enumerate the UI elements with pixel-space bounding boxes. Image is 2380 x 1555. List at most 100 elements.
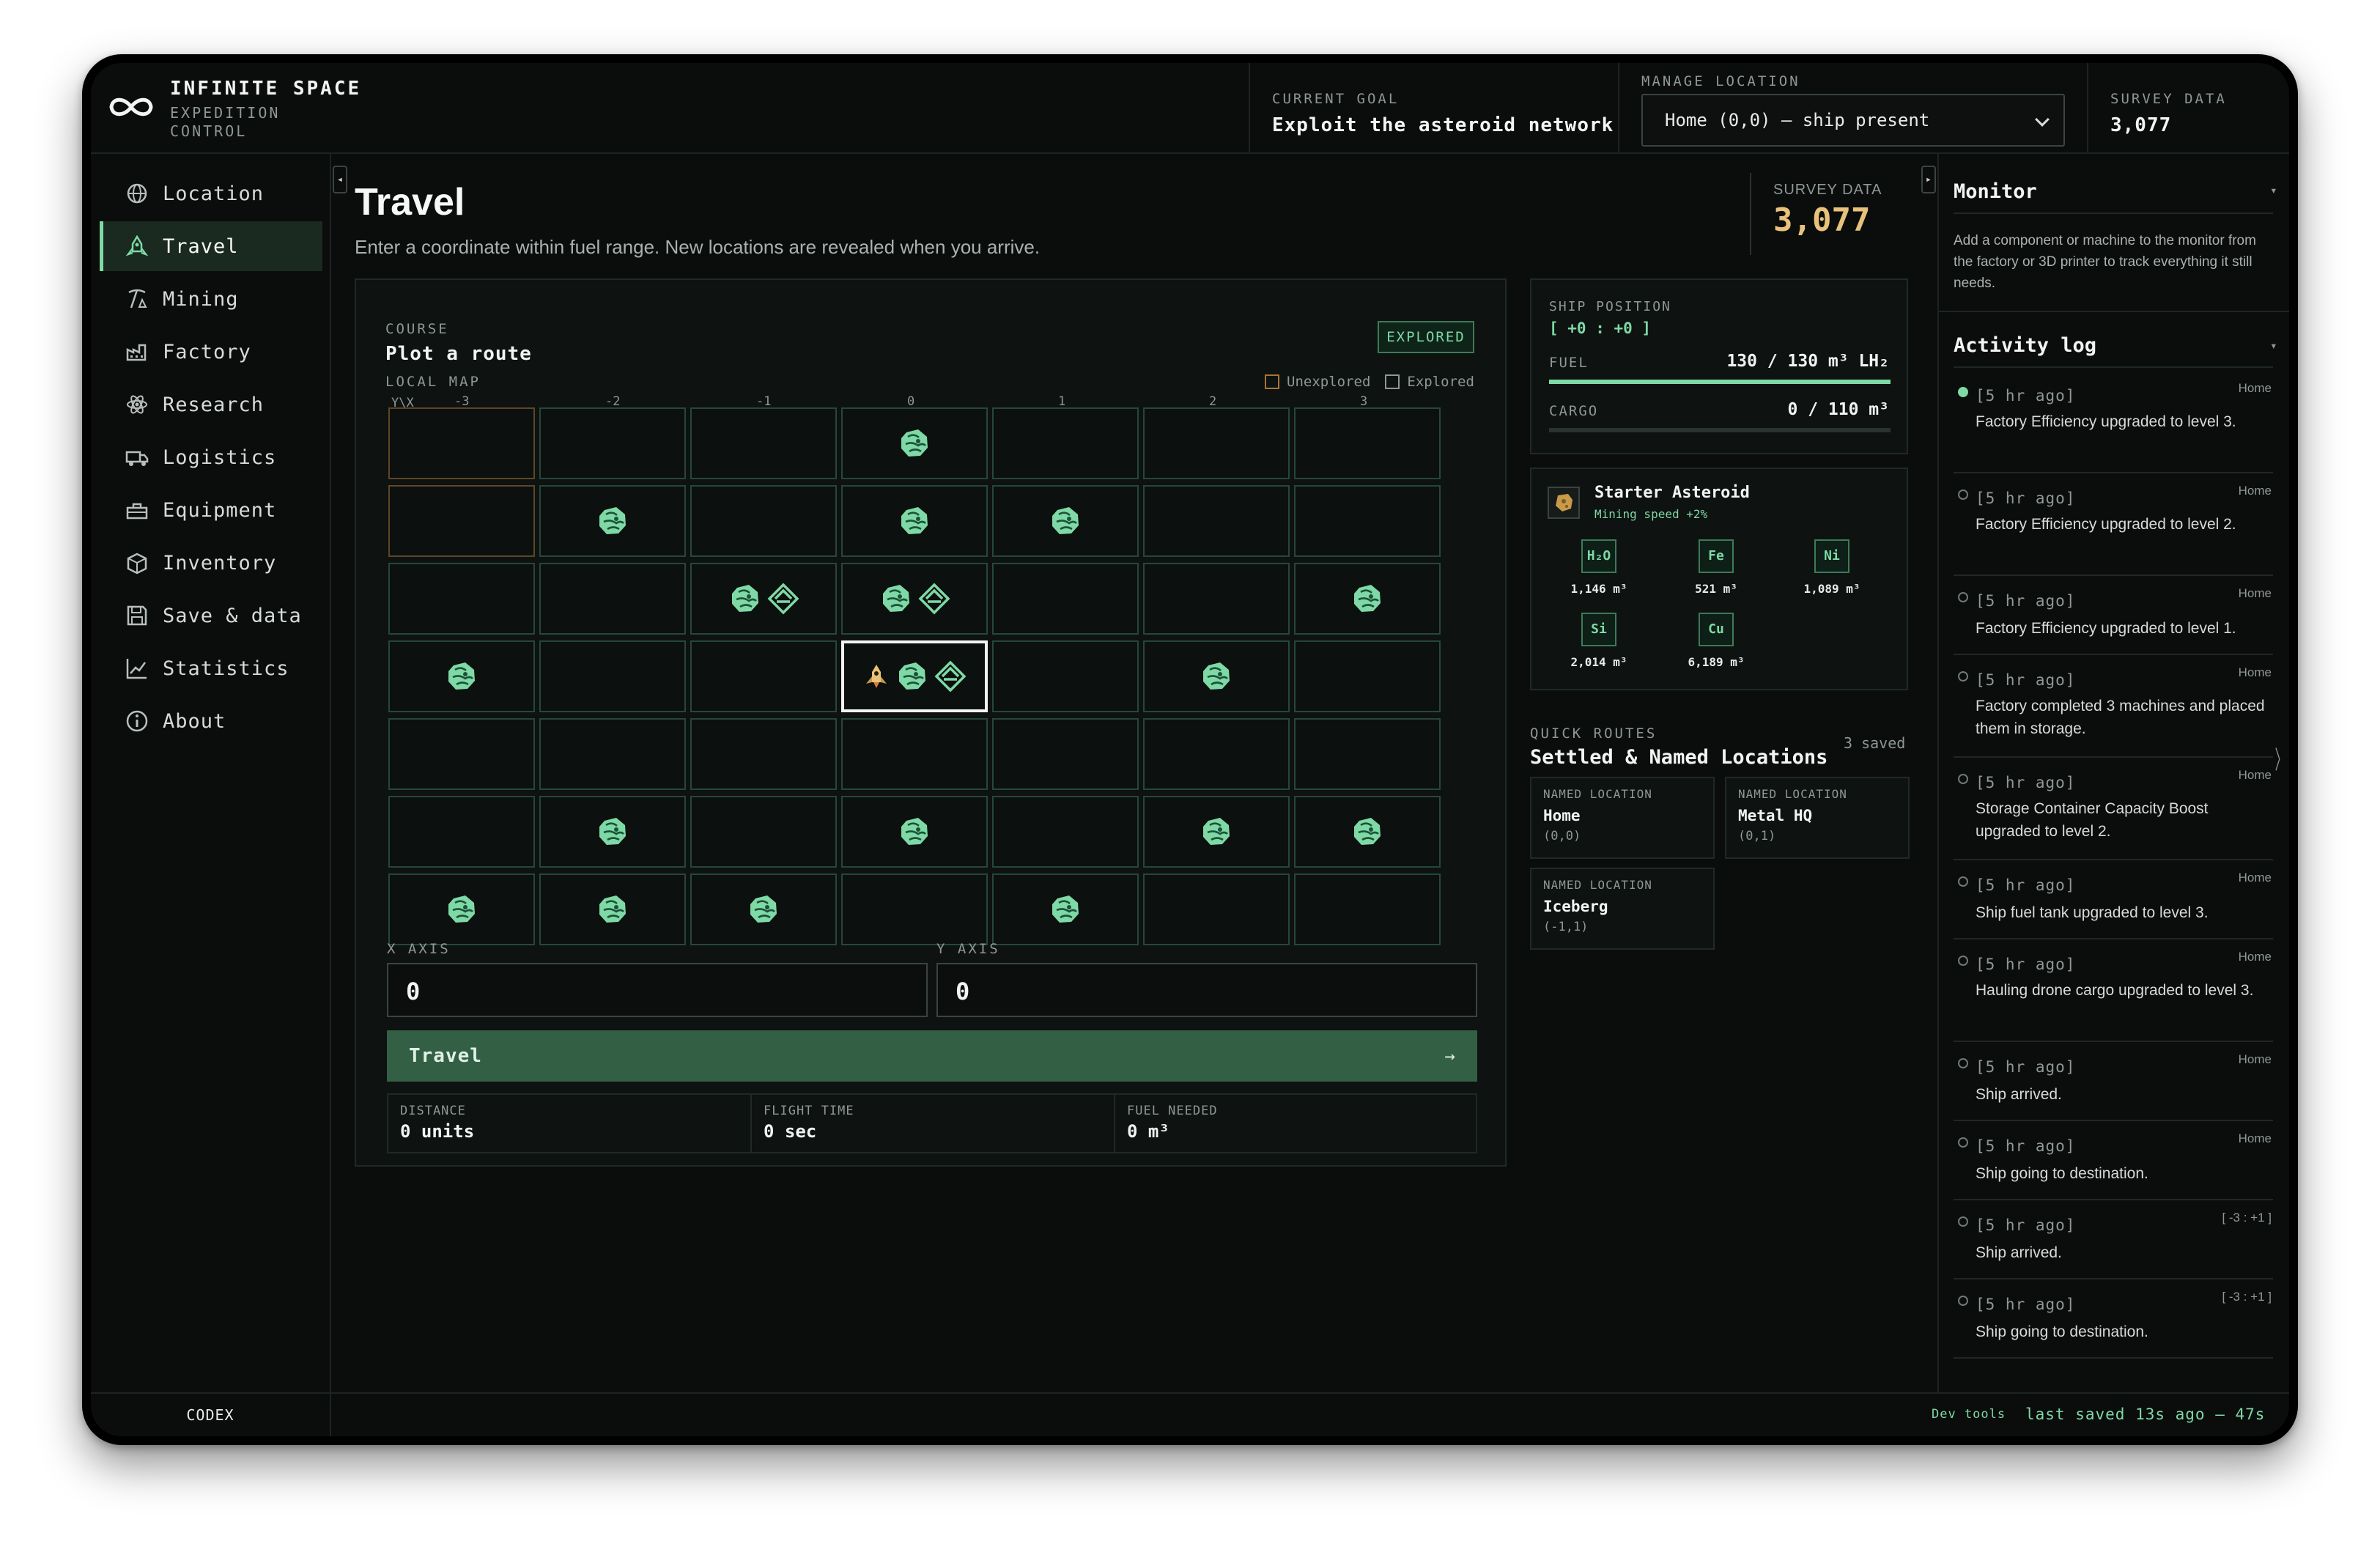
map-cell-1-3[interactable] [992,407,1139,479]
sidebar-item-location[interactable]: Location [100,169,322,218]
log-text: Ship arrived. [1976,1244,2062,1261]
app-window: INFINITE SPACE EXPEDITION CONTROL CURREN… [91,63,2289,1436]
device-frame: INFINITE SPACE EXPEDITION CONTROL CURREN… [82,54,2298,1445]
map-cell-0--3[interactable] [841,873,988,945]
map-cell--2--1[interactable] [539,718,686,790]
map-cell-0--2[interactable] [841,796,988,868]
map-cell-3--1[interactable] [1294,718,1441,790]
x-axis-input[interactable]: 0 [387,963,928,1017]
map-cell--1-1[interactable] [690,563,837,635]
map-cell--1-2[interactable] [690,485,837,557]
sidebar-item-label: Logistics [163,446,277,469]
sidebar-item-inventory[interactable]: Inventory [100,538,322,588]
y-axis-input[interactable]: 0 [936,963,1477,1017]
map-cell-1-1[interactable] [992,563,1139,635]
map-cell-0-2[interactable] [841,485,988,557]
atom-icon [125,392,149,417]
map-cell-0-0[interactable] [841,640,988,712]
activity-collapse-icon[interactable]: ▾ [2270,339,2277,352]
map-cell--3--1[interactable] [388,718,535,790]
log-text: Hauling drone cargo upgraded to level 3. [1976,982,2254,999]
log-status-dot-icon [1958,1137,1968,1148]
collapse-left-button[interactable]: ◂ [333,166,347,193]
map-cell--1-0[interactable] [690,640,837,712]
map-cell--2-1[interactable] [539,563,686,635]
monitor-text: Add a component or machine to the monito… [1954,233,2256,291]
scroll-indicator-icon[interactable]: 〉 [2275,740,2288,776]
map-cell--2--3[interactable] [539,873,686,945]
map-cell-1--3[interactable] [992,873,1139,945]
map-cell-2--3[interactable] [1143,873,1290,945]
travel-button[interactable]: Travel → [387,1030,1477,1082]
map-cell-3--2[interactable] [1294,796,1441,868]
map-cell-3-3[interactable] [1294,407,1441,479]
map-cell-3-0[interactable] [1294,640,1441,712]
map-cell--1--2[interactable] [690,796,837,868]
map-cell--3-2[interactable] [388,485,535,557]
map-cell-1-0[interactable] [992,640,1139,712]
location-select[interactable]: Home (0,0) — ship present [1641,94,2065,147]
map-cell--3-3[interactable] [388,407,535,479]
sidebar-item-equipment[interactable]: Equipment [100,485,322,535]
log-time: [5 hr ago] [1976,876,2076,894]
asteroid-panel: Starter Asteroid Mining speed +2% H₂O 1,1… [1530,468,1908,690]
route-card-iceberg[interactable]: NAMED LOCATION Iceberg (-1,1) [1530,868,1715,950]
sidebar-item-label: Factory [163,340,251,363]
route-card-metal-hq[interactable]: NAMED LOCATION Metal HQ (0,1) [1725,777,1910,859]
log-text: Ship fuel tank upgraded to level 3. [1976,904,2209,921]
right-panel: Monitor ▾ Add a component or machine to … [1937,154,2289,1392]
log-time: [5 hr ago] [1976,1137,2076,1155]
map-cell--2-0[interactable] [539,640,686,712]
log-location: Home [2238,768,2272,782]
map-cell-0--1[interactable] [841,718,988,790]
asteroid-icon [594,503,631,542]
map-cell-2--2[interactable] [1143,796,1290,868]
log-entry: [5 hr ago] Home Factory Efficiency upgrade… [1954,576,2273,655]
legend-explored-label: Explored [1407,374,1474,390]
sidebar-item-factory[interactable]: Factory [100,327,322,377]
sidebar-item-research[interactable]: Research [100,380,322,429]
map-cell-0-3[interactable] [841,407,988,479]
collapse-right-button[interactable]: ▸ [1921,166,1936,193]
sidebar-item-logistics[interactable]: Logistics [100,432,322,482]
map-cell-3--3[interactable] [1294,873,1441,945]
asteroid-icon [896,503,933,542]
map-cell--1-3[interactable] [690,407,837,479]
map-cell-2-2[interactable] [1143,485,1290,557]
map-cell--2-2[interactable] [539,485,686,557]
sidebar-item-save-data[interactable]: Save & data [100,591,322,640]
sidebar-item-statistics[interactable]: Statistics [100,643,322,693]
log-text: Ship going to destination. [1976,1323,2148,1340]
fuel-bar [1549,380,1891,384]
map-cell-0-1[interactable] [841,563,988,635]
map-cell--3--2[interactable] [388,796,535,868]
map-cell-2-3[interactable] [1143,407,1290,479]
map-cell-1--1[interactable] [992,718,1139,790]
map-cell-1-2[interactable] [992,485,1139,557]
map-cell--3-0[interactable] [388,640,535,712]
map-cell-2-1[interactable] [1143,563,1290,635]
legend-unexplored-swatch [1265,374,1279,389]
sidebar-item-mining[interactable]: Mining [100,274,322,324]
log-status-dot-icon [1958,1216,1968,1227]
map-cell-3-1[interactable] [1294,563,1441,635]
map-cell-3-2[interactable] [1294,485,1441,557]
map-cell--3--3[interactable] [388,873,535,945]
collapse-right-icon: ▸ [1925,174,1932,185]
asteroid-icon [894,658,931,698]
map-cell-1--2[interactable] [992,796,1139,868]
map-cell--2--2[interactable] [539,796,686,868]
map-cell--3-1[interactable] [388,563,535,635]
codex-button[interactable]: CODEX [91,1394,331,1436]
monitor-collapse-icon[interactable]: ▾ [2270,183,2277,197]
route-card-home[interactable]: NAMED LOCATION Home (0,0) [1530,777,1715,859]
map-cell-2-0[interactable] [1143,640,1290,712]
dev-tools-link[interactable]: Dev tools [1932,1407,2006,1422]
map-cell--2-3[interactable] [539,407,686,479]
map-cell--1--1[interactable] [690,718,837,790]
sidebar-item-about[interactable]: About [100,696,322,746]
sidebar-item-travel[interactable]: Travel [100,221,322,271]
fuel-needed-value: 0 m³ [1127,1121,1169,1142]
map-cell-2--1[interactable] [1143,718,1290,790]
map-cell--1--3[interactable] [690,873,837,945]
